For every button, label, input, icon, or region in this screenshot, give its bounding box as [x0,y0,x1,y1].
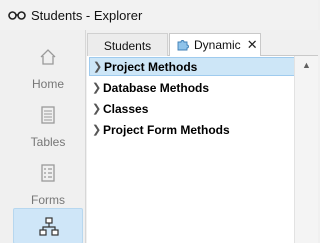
tree-item-project-methods[interactable]: ❯ Project Methods [89,57,295,76]
home-icon [40,49,56,65]
chevron-right-icon[interactable]: ❯ [90,60,104,73]
sidebar-item-label: Forms [31,193,65,207]
chevron-right-icon[interactable]: ❯ [89,102,103,115]
glasses-icon [8,11,26,20]
tab-label: Dynamic [194,38,241,52]
explorer-content: ❯ Project Methods ❯ Database Methods ❯ C… [87,56,318,243]
chevron-right-icon[interactable]: ❯ [89,81,103,94]
sidebar-item-label: Tables [30,135,66,149]
tree-item-label: Project Form Methods [103,122,230,137]
tab-dynamic[interactable]: Dynamic ✕ [169,33,261,57]
tree-item-classes[interactable]: ❯ Classes [89,99,295,118]
sidebar-item-forms[interactable]: Forms [13,152,83,210]
scroll-up-arrow-icon[interactable]: ▲ [295,56,318,74]
close-icon[interactable]: ✕ [247,37,258,53]
tree-item-label: Classes [103,101,149,116]
tab-label: Students [103,38,152,53]
methods-icon [39,217,59,236]
vertical-scrollbar[interactable]: ▲ [294,56,318,243]
tree-item-label: Database Methods [103,80,210,95]
tree-item-project-form-methods[interactable]: ❯ Project Form Methods [89,120,295,139]
forms-icon [41,164,55,182]
chevron-right-icon[interactable]: ❯ [89,123,103,136]
tree-item-label: Project Methods [104,59,198,74]
tables-icon [41,106,55,124]
tab-bar: Students Dynamic ✕ [87,30,318,57]
sidebar-item-home[interactable]: Home [13,36,83,94]
tree-item-database-methods[interactable]: ❯ Database Methods [89,78,295,97]
tab-students[interactable]: Students [87,33,168,57]
puzzle-icon [177,40,189,51]
sidebar-item-methods[interactable] [13,208,83,243]
window-titlebar: Students - Explorer [0,0,318,30]
window-title: Students - Explorer [31,7,143,23]
sidebar: Home Tables Forms [0,30,86,243]
sidebar-item-label: Home [31,77,64,91]
sidebar-item-tables[interactable]: Tables [13,94,83,152]
